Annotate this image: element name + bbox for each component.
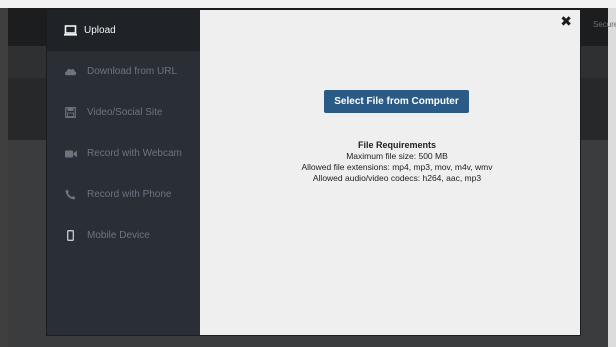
sidebar-item-download-url[interactable]: Download from URL — [47, 51, 200, 92]
sidebar-item-label: Video/Social Site — [87, 107, 163, 118]
sidebar-item-upload[interactable]: Upload — [47, 10, 200, 51]
select-file-button[interactable]: Select File from Computer — [324, 90, 469, 113]
modal-sidebar: Upload Download from URL Video/Social Si… — [47, 10, 200, 335]
sidebar-item-record-phone[interactable]: Record with Phone — [47, 174, 200, 215]
requirements-extensions: Allowed file extensions: mp4, mp3, mov, … — [301, 162, 493, 172]
requirements-codecs: Allowed audio/video codecs: h264, aac, m… — [312, 173, 482, 183]
sidebar-item-label: Mobile Device — [87, 230, 150, 241]
page-top-border — [0, 0, 616, 8]
upload-modal: Upload Download from URL Video/Social Si… — [46, 9, 581, 336]
phone-icon — [64, 189, 77, 201]
sidebar-item-label: Download from URL — [87, 66, 178, 77]
sidebar-item-label: Upload — [84, 25, 116, 36]
requirements-title: File Requirements — [357, 140, 437, 150]
sidebar-item-label: Record with Phone — [87, 189, 172, 200]
close-icon[interactable]: ✖ — [560, 14, 572, 30]
file-requirements: File Requirements Maximum file size: 500… — [200, 140, 594, 184]
mobile-icon — [64, 230, 77, 242]
video-camera-icon — [64, 148, 77, 160]
sidebar-item-mobile-device[interactable]: Mobile Device — [47, 215, 200, 256]
requirements-max-size: Maximum file size: 500 MB — [346, 151, 448, 161]
sidebar-item-video-social[interactable]: Video/Social Site — [47, 92, 200, 133]
cloud-icon — [64, 66, 77, 78]
background-left-edge — [0, 8, 8, 347]
modal-content: ✖ Select File from Computer File Require… — [200, 10, 580, 335]
background-right-edge — [608, 8, 616, 347]
sidebar-item-record-webcam[interactable]: Record with Webcam — [47, 133, 200, 174]
save-icon — [64, 107, 77, 119]
laptop-icon — [64, 25, 77, 37]
sidebar-item-label: Record with Webcam — [87, 148, 182, 159]
background-corner-text: Secure — [593, 20, 616, 29]
